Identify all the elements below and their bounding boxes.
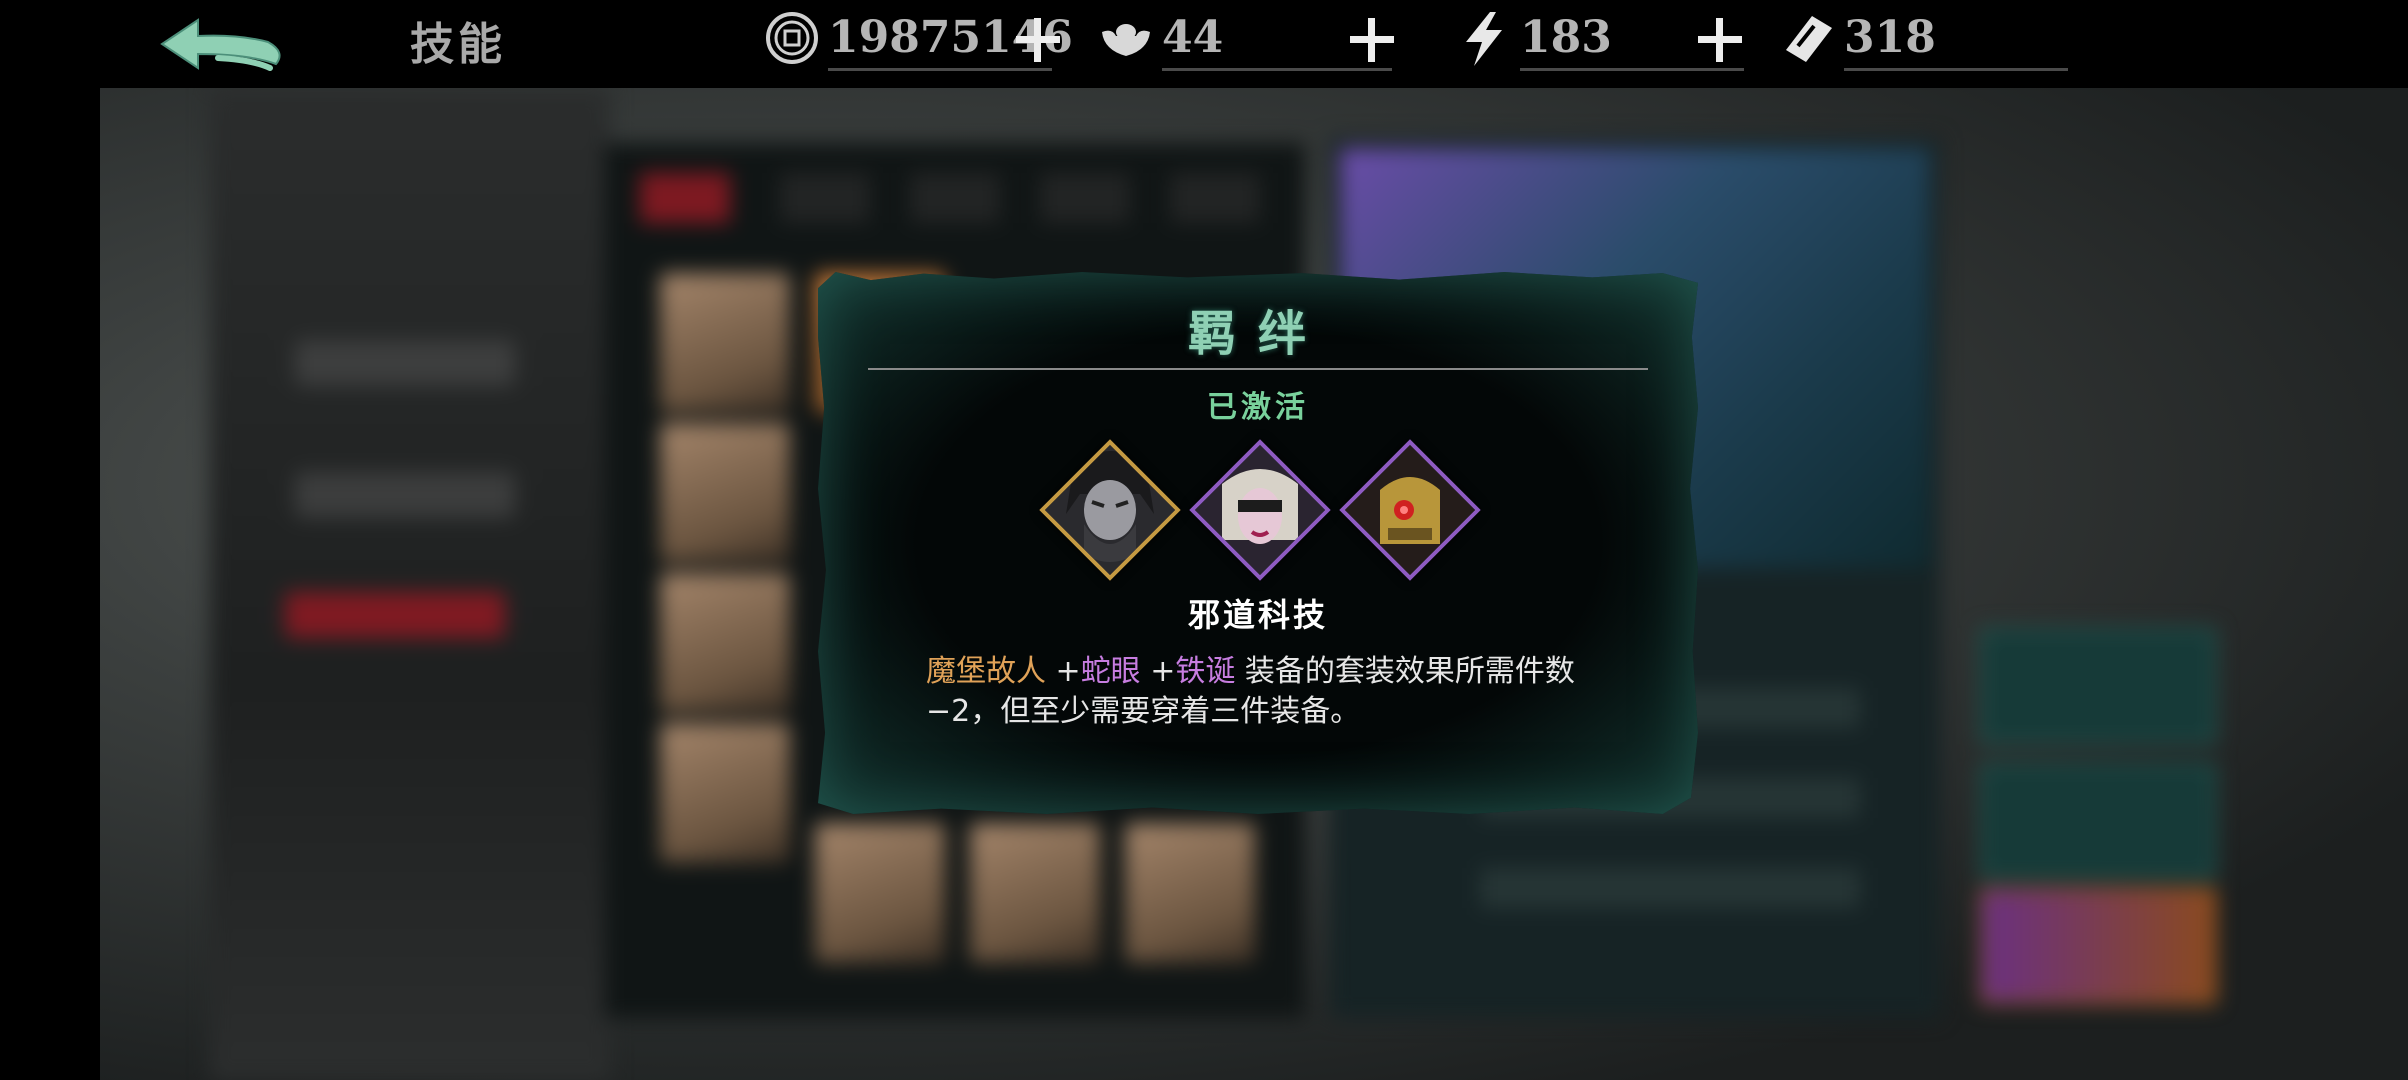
portrait-slot[interactable]: [1339, 439, 1481, 581]
currency-tickets: 318: [1780, 6, 2080, 71]
currency-coins: 19875146: [764, 6, 1073, 71]
portrait-frame: [1039, 439, 1181, 581]
bg-action-button: [1980, 888, 2216, 1004]
ticket-icon: [1786, 16, 1832, 62]
coin-icon: [766, 12, 818, 64]
currency-energy: 183: [1456, 6, 1756, 71]
portrait-frame: [1189, 439, 1331, 581]
energy-value: 183: [1520, 12, 1612, 63]
bearded-warrior-portrait: [1044, 444, 1176, 576]
desc-plus: +: [1046, 654, 1081, 689]
golden-mech-portrait: [1344, 444, 1476, 576]
desc-equip-3: 铁诞: [1175, 654, 1236, 689]
bg-card: [660, 723, 790, 863]
bg-card: [660, 273, 790, 413]
bg-tab: [640, 173, 730, 223]
bg-card: [1125, 823, 1255, 963]
add-ingots-button[interactable]: [1344, 12, 1398, 66]
bg-card: [660, 423, 790, 563]
bond-modal: 羁绊 已激活 邪道科技 魔堡故人 +蛇眼 +铁诞 装备的套装效果所需件数−2，但…: [818, 272, 1698, 814]
activation-status: 已激活: [1207, 390, 1309, 425]
masked-lady-portrait: [1194, 444, 1326, 576]
add-coins-button[interactable]: [1010, 12, 1064, 66]
portrait-row: [1039, 439, 1481, 581]
top-bar: 技能 19875146 44 183 318: [0, 0, 2408, 88]
bond-description: 魔堡故人 +蛇眼 +铁诞 装备的套装效果所需件数−2，但至少需要穿着三件装备。: [926, 652, 1626, 732]
bg-tab: [780, 173, 870, 223]
add-energy-button[interactable]: [1692, 12, 1746, 66]
desc-plus: +: [1140, 654, 1176, 689]
bg-tab: [1040, 173, 1130, 223]
bg-menu-item-active: [285, 592, 505, 638]
bg-card: [660, 573, 790, 713]
ticket-underline: [1844, 68, 2068, 71]
currency-ingots: 44: [1098, 6, 1398, 71]
bg-card: [970, 823, 1100, 963]
lightning-icon: [1466, 12, 1502, 66]
portrait-slot[interactable]: [1039, 439, 1181, 581]
coin-underline: [828, 68, 1052, 71]
portrait-frame: [1339, 439, 1481, 581]
title-divider: [868, 368, 1648, 370]
bg-action-button: [1980, 628, 2216, 744]
back-button[interactable]: [158, 14, 288, 80]
portrait-slot[interactable]: [1189, 439, 1331, 581]
bg-left-menu-panel: [210, 88, 610, 1080]
bg-menu-item: [295, 472, 515, 518]
desc-equip-1: 魔堡故人: [926, 654, 1046, 689]
page-title: 技能: [410, 19, 506, 70]
bg-menu-item: [295, 340, 515, 386]
set-name: 邪道科技: [1187, 596, 1328, 634]
ingot-underline: [1162, 68, 1392, 71]
bg-card: [815, 823, 945, 963]
silver-ingot-icon: [1102, 24, 1150, 56]
bg-tab: [910, 173, 1000, 223]
desc-equip-2: 蛇眼: [1080, 654, 1141, 689]
modal-title: 羁绊: [1187, 306, 1328, 362]
bg-stat-bar: [1480, 868, 1860, 908]
bg-tab: [1170, 173, 1260, 223]
back-arrow-icon: [160, 18, 281, 71]
energy-underline: [1520, 68, 1744, 71]
ingot-value: 44: [1162, 12, 1224, 63]
ticket-value: 318: [1844, 12, 1936, 63]
bg-action-button: [1980, 763, 2216, 879]
